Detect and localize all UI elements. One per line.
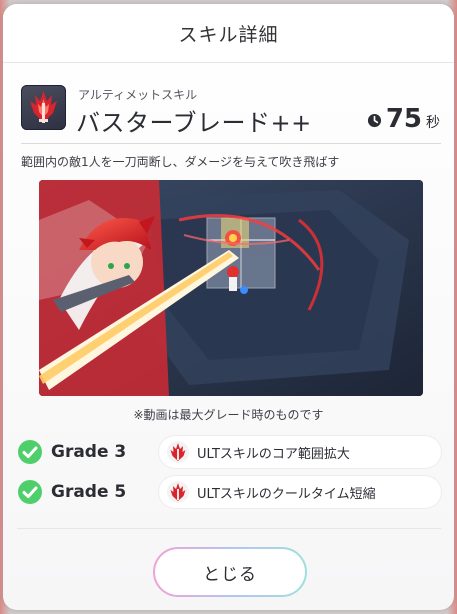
flame-icon	[167, 441, 189, 463]
grade-effect-text: ULTスキルのコア範囲拡大	[197, 446, 350, 462]
divider	[21, 143, 441, 144]
grade-effect-text: ULTスキルのクールタイム短縮	[197, 486, 376, 502]
skill-detail-modal: スキル詳細 アルティメットスキル バスターブレード++ 75 秒 範囲内の敵1人…	[3, 4, 454, 610]
skill-type-label: アルティメットスキル	[78, 88, 198, 102]
clock-icon	[367, 113, 381, 128]
grade-label: Grade 5	[51, 482, 127, 502]
grade-row: Grade 3 ULTスキルのコア範囲拡大	[17, 435, 441, 469]
footer-divider	[17, 528, 441, 529]
check-circle-icon	[18, 480, 42, 504]
skill-flame-icon	[21, 85, 66, 130]
cooldown-unit: 秒	[426, 115, 440, 131]
grade-effect-pill: ULTスキルのコア範囲拡大	[159, 436, 441, 468]
modal-header: スキル詳細	[3, 4, 454, 63]
skill-description: 範囲内の敵1人を一刀両断し、ダメージを与えて吹き飛ばす	[21, 155, 340, 169]
modal-title: スキル詳細	[178, 23, 279, 46]
grade-label: Grade 3	[51, 442, 127, 462]
close-button-label: とじる	[155, 549, 305, 595]
cooldown-value: 75	[385, 104, 422, 134]
skill-preview-video[interactable]	[39, 180, 423, 396]
check-circle-icon	[18, 440, 42, 464]
skill-name: バスターブレード++	[76, 109, 312, 137]
grade-effect-pill: ULTスキルのクールタイム短縮	[159, 476, 441, 508]
video-note: ※動画は最大グレード時のものです	[133, 408, 324, 422]
grade-row: Grade 5 ULTスキルのクールタイム短縮	[17, 475, 441, 509]
close-button[interactable]: とじる	[153, 547, 307, 597]
cooldown: 75 秒	[367, 104, 440, 134]
flame-icon	[167, 481, 189, 503]
